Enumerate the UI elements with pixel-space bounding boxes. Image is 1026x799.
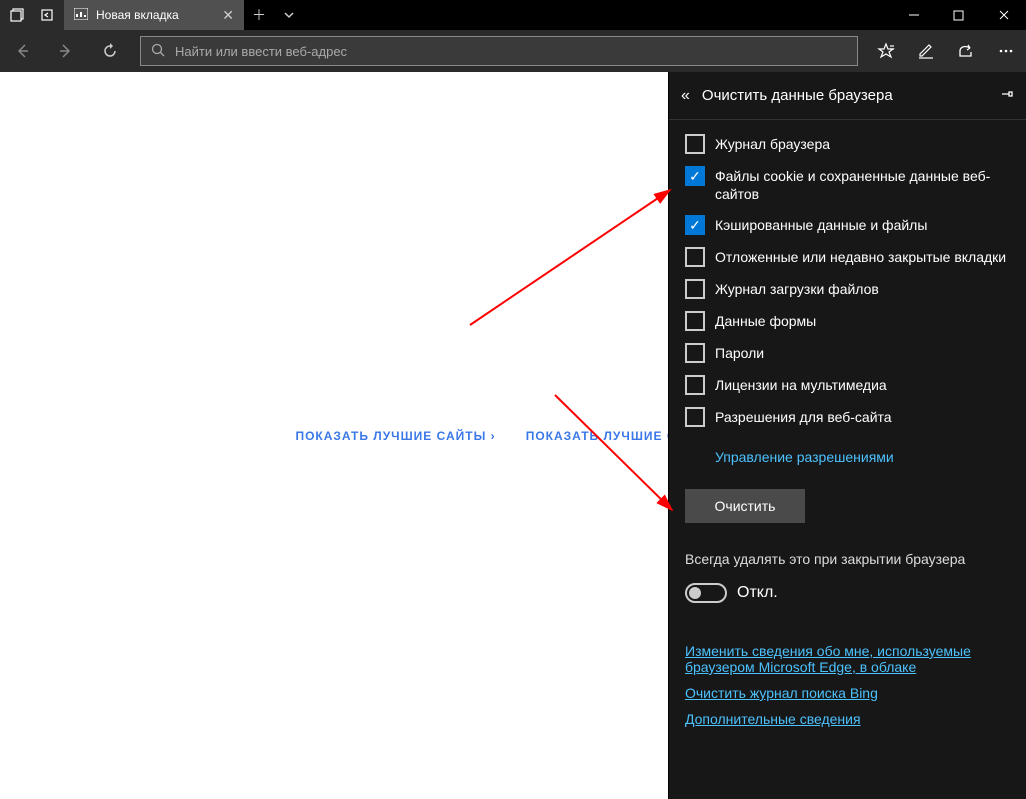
titlebar-left-icons xyxy=(0,0,64,30)
checkbox-label: Журнал загрузки файлов xyxy=(715,279,879,298)
checkbox[interactable] xyxy=(685,247,705,267)
checkbox[interactable] xyxy=(685,134,705,154)
checkbox-row: Разрешения для веб-сайта xyxy=(685,407,1010,427)
window-controls xyxy=(891,0,1026,30)
always-clear-toggle-row: Откл. xyxy=(685,583,1010,603)
tab-new-page[interactable]: Новая вкладка ✕ xyxy=(64,0,244,30)
always-clear-toggle[interactable] xyxy=(685,583,727,603)
titlebar-spacer xyxy=(304,0,891,30)
clear-button[interactable]: Очистить xyxy=(685,489,805,523)
checkbox-label: Пароли xyxy=(715,343,764,362)
checkbox[interactable] xyxy=(685,279,705,299)
toolbar: Найти или ввести веб-адрес xyxy=(0,30,1026,72)
maximize-button[interactable] xyxy=(936,0,981,30)
panel-header: « Очистить данные браузера xyxy=(669,72,1026,120)
close-window-button[interactable] xyxy=(981,0,1026,30)
checkbox-row: Лицензии на мультимедиа xyxy=(685,375,1010,395)
clear-bing-link[interactable]: Очистить журнал поиска Bing xyxy=(685,685,1010,701)
notes-icon[interactable] xyxy=(906,30,946,72)
checkbox-row: Журнал загрузки файлов xyxy=(685,279,1010,299)
panel-title: Очистить данные браузера xyxy=(702,87,893,104)
checkbox[interactable]: ✓ xyxy=(685,215,705,235)
checkbox[interactable]: ✓ xyxy=(685,166,705,186)
minimize-button[interactable] xyxy=(891,0,936,30)
address-placeholder: Найти или ввести веб-адрес xyxy=(175,44,347,59)
windows-overlap-icon[interactable] xyxy=(6,0,28,30)
address-bar[interactable]: Найти или ввести веб-адрес xyxy=(140,36,858,66)
checkbox[interactable] xyxy=(685,311,705,331)
panel-body: Журнал браузера ✓ Файлы cookie и сохраненн… xyxy=(669,120,1026,741)
checkbox-label: Кэшированные данные и файлы xyxy=(715,215,927,234)
tab-strip: Новая вкладка ✕ ＋ xyxy=(64,0,304,30)
search-icon xyxy=(151,43,165,60)
checkbox-label: Разрешения для веб-сайта xyxy=(715,407,892,426)
change-cloud-info-link[interactable]: Изменить сведения обо мне, используемые … xyxy=(685,643,1010,675)
share-icon[interactable] xyxy=(946,30,986,72)
new-tab-button[interactable]: ＋ xyxy=(244,0,274,30)
checkbox[interactable] xyxy=(685,375,705,395)
always-clear-label: Всегда удалять это при закрытии браузера xyxy=(685,551,1010,567)
checkbox-label: Файлы cookie и сохраненные данные веб-са… xyxy=(715,166,1010,203)
more-icon[interactable] xyxy=(986,30,1026,72)
checkbox[interactable] xyxy=(685,343,705,363)
tab-title: Новая вкладка xyxy=(96,8,179,22)
tab-close-icon[interactable]: ✕ xyxy=(222,7,234,24)
checkbox-label: Отложенные или недавно закрытые вкладки xyxy=(715,247,1006,266)
titlebar: Новая вкладка ✕ ＋ xyxy=(0,0,1026,30)
checkbox-label: Лицензии на мультимедиа xyxy=(715,375,887,394)
panel-back-icon[interactable]: « xyxy=(681,87,690,105)
refresh-button[interactable] xyxy=(88,30,132,72)
favorites-icon[interactable] xyxy=(866,30,906,72)
top-sites-link-1[interactable]: ПОКАЗАТЬ ЛУЧШИЕ САЙТЫ › xyxy=(295,429,495,443)
manage-permissions-link[interactable]: Управление разрешениями xyxy=(715,449,1010,465)
clear-data-panel: « Очистить данные браузера Журнал браузе… xyxy=(668,72,1026,799)
panel-links: Изменить сведения обо мне, используемые … xyxy=(685,643,1010,727)
checkbox-row: Отложенные или недавно закрытые вкладки xyxy=(685,247,1010,267)
checkbox-row: ✓ Кэшированные данные и файлы xyxy=(685,215,1010,235)
forward-button[interactable] xyxy=(44,30,88,72)
checkbox-row: Пароли xyxy=(685,343,1010,363)
checkbox-row: Журнал браузера xyxy=(685,134,1010,154)
checkbox-row: Данные формы xyxy=(685,311,1010,331)
checkbox-label: Данные формы xyxy=(715,311,816,330)
checkbox-row: ✓ Файлы cookie и сохраненные данные веб-с… xyxy=(685,166,1010,203)
more-info-link[interactable]: Дополнительные сведения xyxy=(685,711,1010,727)
nav-buttons xyxy=(0,30,132,72)
checkbox[interactable] xyxy=(685,407,705,427)
checkbox-label: Журнал браузера xyxy=(715,134,830,153)
panel-pin-icon[interactable] xyxy=(1000,87,1014,104)
toolbar-icons xyxy=(866,30,1026,72)
back-button[interactable] xyxy=(0,30,44,72)
tabs-dropdown-icon[interactable] xyxy=(274,0,304,30)
tab-favicon xyxy=(74,8,88,23)
set-aside-icon[interactable] xyxy=(36,0,58,30)
toggle-state-label: Откл. xyxy=(737,584,778,602)
